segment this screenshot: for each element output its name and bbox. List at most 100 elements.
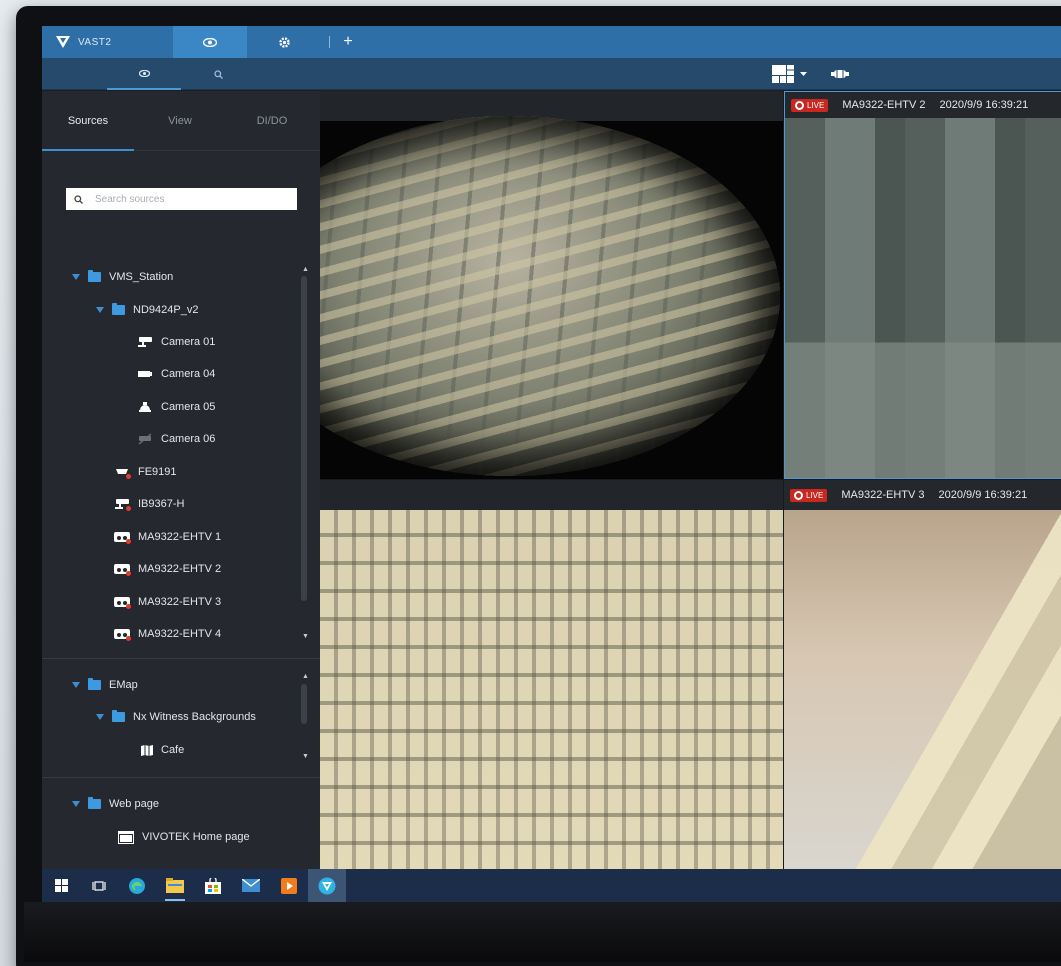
app-screen: VAST2 + Sources View DI/DO Search source… (42, 26, 1061, 902)
live-badge: LIVE (790, 488, 828, 502)
store-button[interactable] (194, 869, 232, 902)
live-label: LIVE (807, 100, 825, 110)
tree-label: MA9322-EHTV 4 (138, 628, 222, 640)
sidebar: Sources View DI/DO Search sources VMS_St… (42, 91, 320, 869)
tree-item-camera[interactable]: MA9322-EHTV 3 (114, 593, 221, 611)
video-tile-4[interactable]: LIVE MA9322-EHTV 3 2020/9/9 16:39:21 (784, 480, 1061, 869)
expand-caret-icon[interactable] (72, 682, 80, 688)
tab-dido[interactable]: DI/DO (226, 115, 318, 127)
map-icon (141, 744, 153, 756)
media-player-button[interactable] (270, 869, 308, 902)
tree-item-map[interactable]: Cafe (141, 741, 184, 759)
tab-divider (329, 36, 330, 48)
expand-caret-icon[interactable] (72, 801, 80, 807)
multi-sensor-camera-icon (114, 531, 131, 544)
tab-view[interactable]: View (134, 115, 226, 127)
search-input[interactable]: Search sources (66, 188, 297, 210)
tree-node-emap-folder[interactable]: Nx Witness Backgrounds (96, 708, 256, 726)
tree-label: Nx Witness Backgrounds (133, 711, 256, 723)
tree-label: Camera 04 (161, 368, 216, 380)
video-tile-1[interactable] (320, 91, 783, 479)
expand-caret-icon[interactable] (72, 274, 80, 280)
monitor-chin (24, 902, 1061, 962)
mail-button[interactable] (232, 869, 270, 902)
timestamp: 2020/9/9 16:39:21 (939, 99, 1029, 111)
video-tile-2[interactable]: LIVE MA9322-EHTV 2 2020/9/9 16:39:21 (784, 91, 1061, 479)
media-player-icon (281, 877, 297, 894)
tree-item-camera[interactable]: Camera 04 (137, 365, 215, 383)
tab-settings[interactable] (247, 26, 321, 58)
windows-taskbar (42, 869, 1061, 902)
plus-icon[interactable]: + (338, 33, 358, 51)
expand-caret-icon[interactable] (96, 714, 104, 720)
tree-label: MA9322-EHTV 1 (138, 531, 222, 543)
section-divider (42, 658, 320, 659)
active-tab-indicator (42, 149, 134, 151)
tree-label: EMap (109, 679, 138, 691)
mail-icon (242, 879, 260, 892)
tab-sources[interactable]: Sources (42, 115, 134, 127)
record-icon (795, 100, 804, 110)
gear-icon (278, 36, 290, 48)
edge-button[interactable] (118, 869, 156, 902)
camera-control-icon (831, 70, 849, 78)
fisheye-camera-icon (114, 466, 131, 479)
tree-item-webpage[interactable]: VIVOTEK Home page (118, 828, 250, 846)
tree-item-camera[interactable]: FE9191 (114, 463, 177, 481)
tree-item-camera[interactable]: MA9322-EHTV 2 (114, 560, 221, 578)
tree-label: VMS_Station (109, 271, 174, 283)
sources-scrollbar[interactable] (301, 276, 307, 601)
grid-layout-icon (772, 65, 794, 83)
multi-sensor-camera-icon (114, 628, 131, 641)
folder-icon (112, 303, 125, 315)
live-label: LIVE (806, 490, 824, 500)
folder-icon (88, 678, 101, 690)
scroll-up-icon[interactable]: ▲ (302, 673, 309, 680)
eye-icon (138, 69, 150, 77)
expand-caret-icon[interactable] (96, 307, 104, 313)
tree-item-camera[interactable]: Camera 06 (137, 430, 215, 448)
tab-liveview[interactable] (173, 26, 247, 58)
camera-name: MA9322-EHTV 2 (842, 99, 926, 111)
tree-item-camera[interactable]: MA9322-EHTV 4 (114, 625, 221, 643)
folder-icon (112, 710, 125, 722)
tree-node-emap[interactable]: EMap (72, 676, 138, 694)
tree-item-camera[interactable]: MA9322-EHTV 1 (114, 528, 221, 546)
scroll-down-icon[interactable]: ▼ (302, 633, 309, 640)
tree-label: MA9322-EHTV 2 (138, 563, 222, 575)
tree-node-nvr[interactable]: ND9424P_v2 (96, 301, 198, 319)
tree-label: VIVOTEK Home page (142, 831, 250, 843)
camera-video (784, 510, 1061, 869)
folder-icon (88, 270, 101, 282)
tree-label: Web page (109, 798, 159, 810)
fisheye-view (320, 116, 783, 479)
tree-node-webpage[interactable]: Web page (72, 795, 159, 813)
section-divider (42, 777, 320, 778)
search-icon (213, 69, 223, 79)
start-button[interactable] (42, 869, 80, 902)
emap-scrollbar[interactable] (301, 684, 307, 724)
file-explorer-button[interactable] (156, 869, 194, 902)
sub-toolbar (42, 58, 1061, 90)
video-grid: LIVE MA9322-EHTV 2 2020/9/9 16:39:21 LIV… (320, 91, 1061, 869)
subtab-search[interactable] (181, 58, 255, 90)
tree-node-vms-station[interactable]: VMS_Station (72, 268, 173, 286)
vast-app-button[interactable] (308, 869, 346, 902)
video-tile-3[interactable] (320, 480, 783, 869)
task-view-button[interactable] (80, 869, 118, 902)
tree-label: Cafe (161, 744, 185, 756)
bullet-camera-icon (138, 337, 152, 347)
tree-item-camera[interactable]: Camera 01 (137, 333, 215, 351)
task-view-icon (92, 880, 106, 891)
scroll-up-icon[interactable]: ▲ (302, 266, 309, 273)
tree-label: FE9191 (138, 466, 177, 478)
tree-label: Camera 06 (161, 433, 216, 445)
subtab-view[interactable] (107, 58, 181, 90)
camera-control-button[interactable] (831, 67, 849, 85)
top-bar: VAST2 + (42, 26, 1061, 58)
tree-item-camera[interactable]: IB9367-H (114, 495, 184, 513)
tree-item-camera[interactable]: Camera 05 (137, 398, 215, 416)
layout-selector[interactable] (772, 65, 807, 83)
record-icon (794, 490, 803, 500)
scroll-down-icon[interactable]: ▼ (302, 753, 309, 760)
